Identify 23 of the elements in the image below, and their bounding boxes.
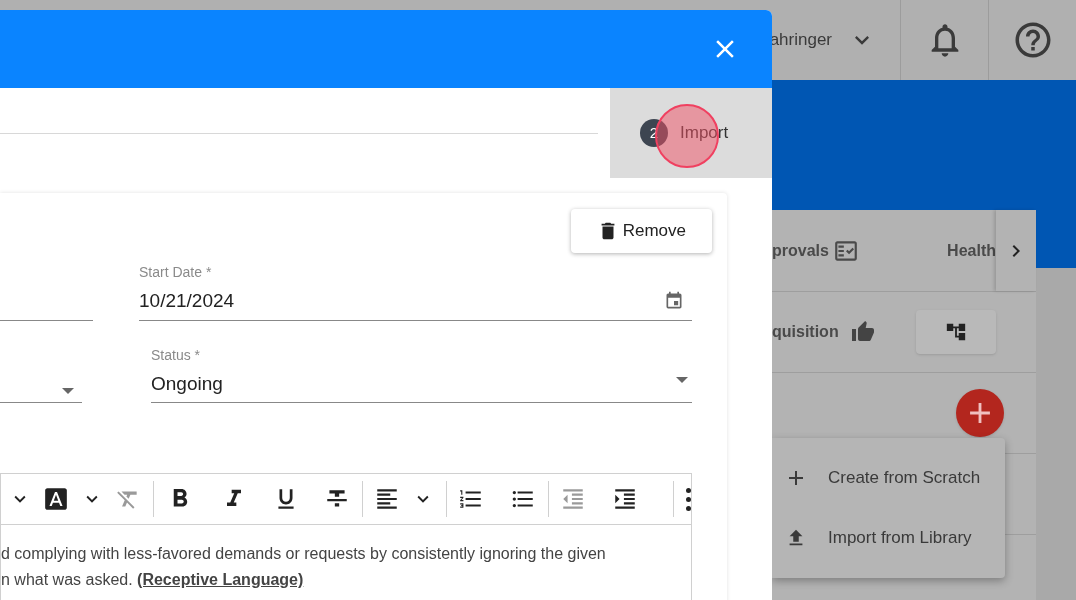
editor-text: d complying with less-favored demands or requests by consistently ignoring the given: [1, 544, 607, 564]
calendar-icon[interactable]: [664, 291, 684, 312]
menu-item[interactable]: Create from Scratch: [772, 454, 1005, 502]
start-date-field[interactable]: Start Date * 10/21/2024: [139, 262, 692, 321]
field-value: Ongoing: [151, 371, 223, 396]
dropdown-arrow-icon[interactable]: [676, 376, 688, 383]
editor-text: n what was asked. (Receptive Language): [1, 570, 305, 590]
dropdown-arrow-icon[interactable]: [62, 388, 74, 394]
field-value: 10/21/2024: [139, 289, 235, 313]
tab[interactable]: provals: [772, 237, 859, 264]
remove-button[interactable]: Remove: [570, 209, 712, 253]
status-select[interactable]: Status * Ongoing: [151, 344, 692, 403]
row-label: quisition: [772, 322, 839, 342]
user-name[interactable]: ahringer: [769, 27, 832, 53]
thumbs-up-icon: [850, 320, 875, 344]
field-label: Start Date *: [139, 263, 213, 282]
more-icon: [685, 487, 691, 511]
tab[interactable]: Health: [947, 238, 996, 263]
field-label: Status *: [151, 345, 202, 365]
hierarchy-icon: [945, 321, 967, 343]
text-color-icon: [43, 486, 69, 512]
menu-item[interactable]: Import from Library: [772, 514, 1005, 562]
hierarchy-button[interactable]: [916, 310, 996, 354]
